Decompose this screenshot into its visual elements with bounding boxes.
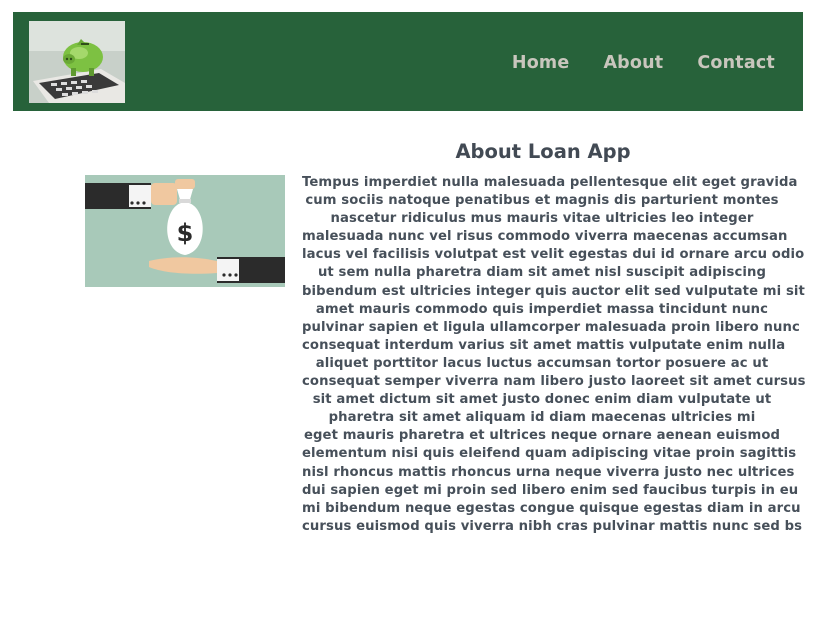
main-nav: Home About Contact — [512, 51, 775, 75]
nav-about-link[interactable]: About — [603, 51, 663, 75]
about-text-line: dui sapien eget mi proin sed libero enim… — [302, 482, 799, 498]
about-text-line: elementum nisi quis eleifend quam adipis… — [302, 446, 797, 462]
about-text-line: malesuada nunc vel risus commodo viverra… — [302, 229, 788, 245]
money-bag-icon: $ — [85, 175, 285, 287]
about-text-line: cursus euismod quis viverra nibh cras pu… — [302, 518, 803, 534]
about-text-line: consequat interdum varius sit amet matti… — [302, 337, 786, 353]
about-text-line: mi bibendum neque egestas congue quisque… — [302, 500, 801, 516]
about-text-line: pulvinar sapien et ligula ullamcorper ma… — [302, 319, 800, 335]
piggy-bank-photo-icon — [29, 21, 125, 103]
svg-text:$: $ — [177, 219, 194, 247]
about-text-line: cum sociis natoque penatibus et magnis d… — [305, 193, 779, 209]
about-text-line: amet mauris commodo quis imperdiet massa… — [315, 301, 769, 317]
about-text-line: ut sem nulla pharetra diam sit amet nisl… — [317, 265, 767, 281]
about-section: About Loan App Tempus imperdiet nulla ma… — [302, 140, 805, 536]
nav-contact-link[interactable]: Contact — [697, 51, 775, 75]
piggy-bank-logo-icon[interactable] — [29, 21, 125, 103]
about-text: Tempus imperdiet nulla malesuada pellent… — [302, 174, 806, 536]
about-text-line: nisl rhoncus mattis rhoncus urna neque v… — [302, 464, 795, 480]
nav-home-link[interactable]: Home — [512, 51, 570, 75]
about-text-line: eget mauris pharetra et ultrices neque o… — [303, 428, 781, 444]
about-text-line: sit amet dictum sit amet justo donec eni… — [312, 392, 772, 408]
section-title: About Loan App — [455, 140, 631, 163]
money-handover-image: $ — [85, 175, 285, 287]
about-text-line: bibendum est ultricies integer quis auct… — [302, 283, 805, 299]
about-text-line: pharetra sit amet aliquam id diam maecen… — [328, 410, 756, 426]
about-text-line: Tempus imperdiet nulla malesuada pellent… — [302, 175, 798, 190]
about-text-line: consequat semper viverra nam libero just… — [302, 374, 806, 390]
about-text-line: nascetur ridiculus mus mauris vitae ultr… — [330, 211, 754, 227]
about-text-line: lacus vel facilisis volutpat est velit e… — [302, 247, 805, 263]
site-header: Home About Contact — [13, 12, 803, 111]
about-text-line: aliquet porttitor lacus luctus accumsan … — [315, 355, 769, 371]
